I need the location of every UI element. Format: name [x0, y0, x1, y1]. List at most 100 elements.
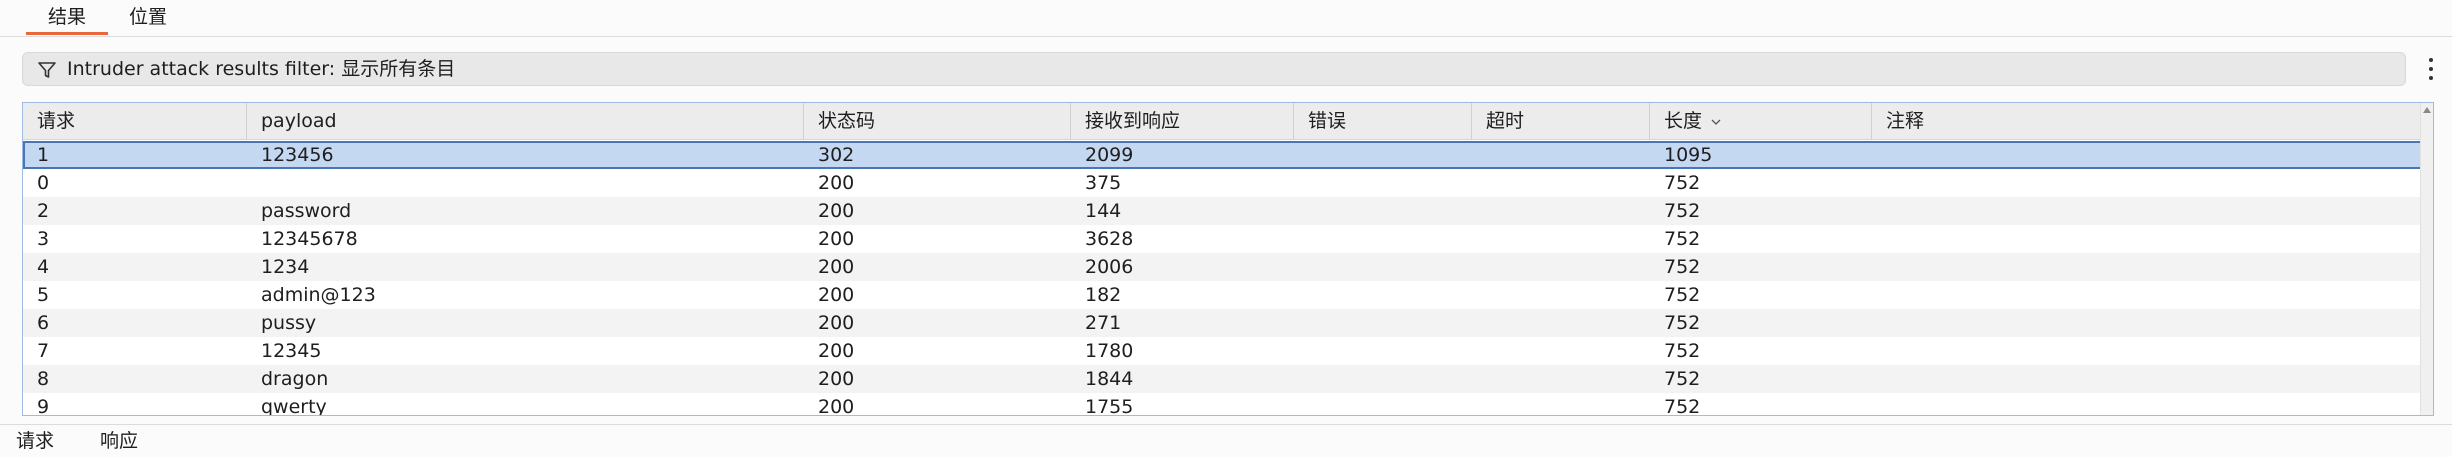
cell-comment — [1872, 365, 2423, 393]
vertical-scrollbar[interactable] — [2420, 103, 2433, 415]
more-options-icon[interactable] — [2424, 56, 2438, 82]
results-tab-bar: 结果 位置 — [0, 0, 2452, 37]
cell-comment — [1872, 393, 2423, 415]
cell-length: 1095 — [1664, 144, 1713, 166]
cell-request: 3 — [37, 228, 50, 250]
cell-timeout — [1472, 225, 1650, 253]
cell-length: 752 — [1664, 340, 1701, 362]
cell-error — [1294, 197, 1472, 225]
cell-length: 752 — [1664, 312, 1701, 334]
cell-status-code: 200 — [818, 172, 855, 194]
cell-response-received: 144 — [1085, 200, 1122, 222]
cell-error — [1294, 253, 1472, 281]
tab-request[interactable]: 请求 — [16, 425, 54, 457]
cell-comment — [1872, 253, 2423, 281]
column-header-length[interactable]: 长度 — [1650, 103, 1872, 139]
cell-response-received: 1780 — [1085, 340, 1134, 362]
cell-payload: 1234 — [261, 256, 310, 278]
cell-response-received: 375 — [1085, 172, 1122, 194]
cell-comment — [1872, 337, 2423, 365]
cell-error — [1294, 393, 1472, 415]
table-row[interactable]: 9 qwerty 200 1755 752 — [23, 393, 2433, 416]
column-header-label: 注释 — [1886, 110, 1925, 132]
cell-comment — [1872, 197, 2423, 225]
column-header-response-received[interactable]: 接收到响应 — [1071, 103, 1294, 139]
cell-timeout — [1472, 393, 1650, 415]
cell-comment — [1872, 141, 2423, 169]
results-filter-bar[interactable]: Intruder attack results filter: 显示所有条目 — [22, 52, 2406, 86]
column-header-label: 请求 — [37, 110, 76, 132]
table-row[interactable]: 1 123456 302 2099 1095 — [23, 141, 2433, 169]
cell-length: 752 — [1664, 368, 1701, 390]
cell-payload: 123456 — [261, 144, 334, 166]
message-tab-bar: 请求 响应 — [0, 424, 2452, 457]
scroll-up-icon[interactable] — [2423, 107, 2431, 113]
table-row[interactable]: 0 200 375 752 — [23, 169, 2433, 197]
cell-timeout — [1472, 141, 1650, 169]
results-table: 请求 payload 状态码 接收到响应 错误 超时 长度 注释 1 123456… — [22, 102, 2434, 416]
column-header-timeout[interactable]: 超时 — [1472, 103, 1650, 139]
tab-request-label: 请求 — [16, 430, 55, 452]
cell-request: 2 — [37, 200, 50, 222]
cell-error — [1294, 141, 1472, 169]
column-header-comment[interactable]: 注释 — [1872, 103, 2423, 139]
tab-results[interactable]: 结果 — [26, 0, 108, 35]
cell-timeout — [1472, 309, 1650, 337]
table-row[interactable]: 2 password 200 144 752 — [23, 197, 2433, 225]
column-header-request[interactable]: 请求 — [23, 103, 247, 139]
cell-payload — [247, 169, 804, 197]
cell-request: 5 — [37, 284, 50, 306]
cell-request: 8 — [37, 368, 50, 390]
table-row[interactable]: 5 admin@123 200 182 752 — [23, 281, 2433, 309]
cell-response-received: 3628 — [1085, 228, 1134, 250]
tab-positions-label: 位置 — [128, 6, 167, 28]
cell-response-received: 2099 — [1085, 144, 1134, 166]
cell-payload: password — [261, 200, 352, 222]
cell-response-received: 1755 — [1085, 396, 1134, 416]
column-header-label: payload — [261, 110, 337, 132]
cell-request: 1 — [37, 144, 50, 166]
tab-response-label: 响应 — [100, 430, 139, 452]
cell-error — [1294, 281, 1472, 309]
cell-status-code: 200 — [818, 228, 855, 250]
table-row[interactable]: 8 dragon 200 1844 752 — [23, 365, 2433, 393]
table-row[interactable]: 6 pussy 200 271 752 — [23, 309, 2433, 337]
cell-response-received: 182 — [1085, 284, 1122, 306]
table-header: 请求 payload 状态码 接收到响应 错误 超时 长度 注释 — [23, 103, 2433, 140]
column-header-status-code[interactable]: 状态码 — [804, 103, 1071, 139]
cell-payload: 12345 — [261, 340, 322, 362]
cell-request: 0 — [37, 172, 50, 194]
cell-error — [1294, 225, 1472, 253]
filter-icon — [38, 62, 56, 78]
table-row[interactable]: 7 12345 200 1780 752 — [23, 337, 2433, 365]
column-header-label: 状态码 — [818, 110, 876, 132]
cell-timeout — [1472, 253, 1650, 281]
cell-comment — [1872, 169, 2423, 197]
cell-comment — [1872, 281, 2423, 309]
cell-timeout — [1472, 197, 1650, 225]
cell-status-code: 200 — [818, 284, 855, 306]
cell-status-code: 200 — [818, 200, 855, 222]
tab-response[interactable]: 响应 — [100, 425, 138, 457]
cell-length: 752 — [1664, 172, 1701, 194]
cell-timeout — [1472, 337, 1650, 365]
cell-response-received: 2006 — [1085, 256, 1134, 278]
cell-status-code: 200 — [818, 256, 855, 278]
cell-status-code: 200 — [818, 396, 855, 416]
cell-payload: 12345678 — [261, 228, 358, 250]
tab-positions[interactable]: 位置 — [110, 0, 186, 34]
cell-comment — [1872, 225, 2423, 253]
column-header-payload[interactable]: payload — [247, 103, 804, 139]
cell-timeout — [1472, 281, 1650, 309]
cell-payload: admin@123 — [261, 284, 376, 306]
column-header-error[interactable]: 错误 — [1294, 103, 1472, 139]
table-row[interactable]: 3 12345678 200 3628 752 — [23, 225, 2433, 253]
cell-length: 752 — [1664, 396, 1701, 416]
cell-payload: qwerty — [261, 396, 327, 416]
cell-error — [1294, 337, 1472, 365]
cell-response-received: 271 — [1085, 312, 1122, 334]
cell-status-code: 200 — [818, 312, 855, 334]
column-header-label: 接收到响应 — [1085, 110, 1181, 132]
table-row[interactable]: 4 1234 200 2006 752 — [23, 253, 2433, 281]
sort-descending-icon — [1711, 119, 1721, 125]
